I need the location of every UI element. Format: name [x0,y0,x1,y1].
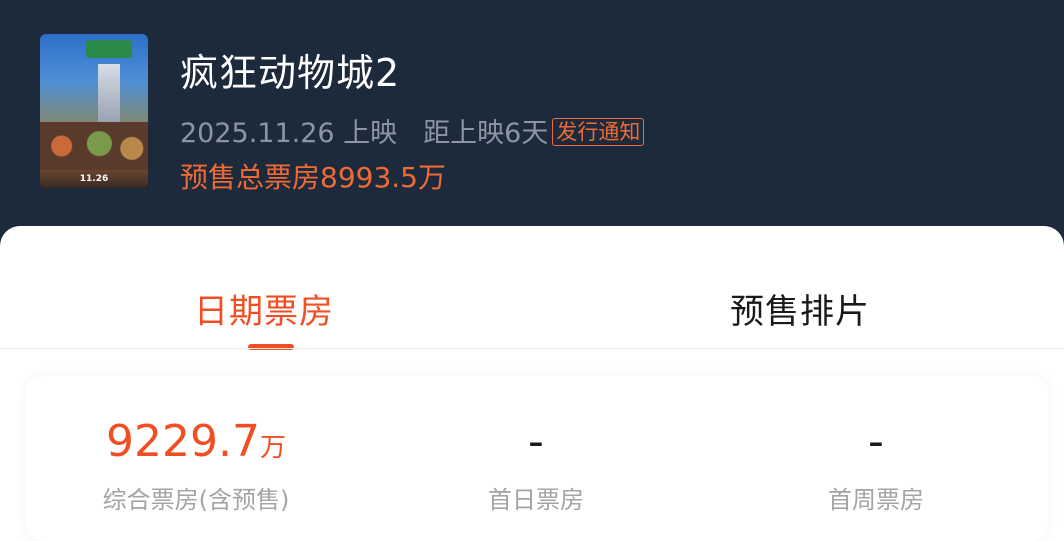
box-office-card: 日期票房 预售排片 9229.7万 综合票房(含预售) - 首日票房 - 首周票… [0,226,1064,541]
presale-total: 预售总票房8993.5万 [180,161,446,194]
stat-first-day-value: - [528,416,544,467]
movie-header: 11.26 疯狂动物城2 2025.11.26 上映 距上映6天 发行通知 预售总票… [0,0,1064,240]
stat-first-day-label: 首日票房 [488,486,584,514]
stat-first-week-value: - [868,416,884,467]
stat-first-week[interactable]: - 首周票房 [716,416,1036,515]
stat-total-value: 9229.7万 [36,416,356,468]
stat-total-number: 9229.7 [106,416,260,467]
release-notify-badge[interactable]: 发行通知 [552,118,645,146]
stat-total-label: 综合票房(含预售) [102,486,290,514]
movie-poster[interactable]: 11.26 [40,34,148,188]
release-info: 2025.11.26 上映 距上映6天 发行通知 [180,111,645,150]
active-tab-indicator [248,344,294,350]
stats-panel: 9229.7万 综合票房(含预售) - 首日票房 - 首周票房 [26,376,1048,541]
release-countdown: 距上映6天 [423,118,549,149]
release-date: 2025.11.26 上映 [180,118,398,149]
stat-first-day[interactable]: - 首日票房 [376,416,696,515]
movie-title: 疯狂动物城2 [180,51,401,95]
poster-characters [40,122,148,170]
tab-divider [0,348,1064,349]
poster-sign [86,40,132,58]
tab-daily-box-office[interactable]: 日期票房 [194,284,334,333]
tab-presale-schedule[interactable]: 预售排片 [730,284,870,333]
stat-first-week-label: 首周票房 [828,486,924,514]
stat-total[interactable]: 9229.7万 综合票房(含预售) [36,416,356,515]
stat-total-unit: 万 [259,433,286,463]
poster-date: 11.26 [79,174,109,184]
